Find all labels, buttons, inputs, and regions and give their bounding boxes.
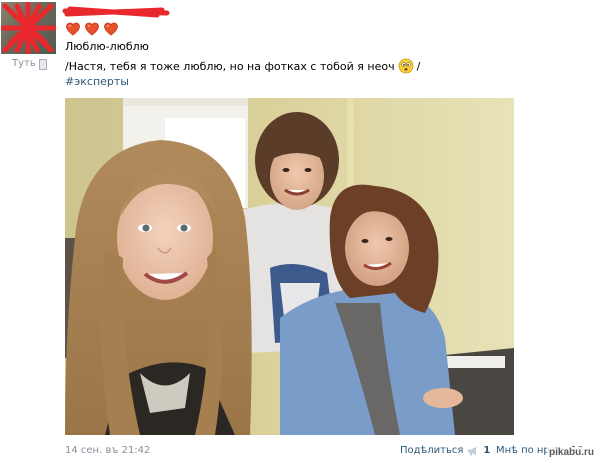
author-avatar[interactable] <box>1 2 56 54</box>
selfie-photo-image <box>65 98 514 435</box>
post-text-line-2: /Настя, тебя я тоже люблю, но на фотках … <box>65 58 420 74</box>
post-text-line-2-body: /Настя, тебя я тоже люблю, но на фотках … <box>65 59 395 73</box>
hearts-row <box>65 21 119 37</box>
post-date-link[interactable]: 14 сен. въ 21:42 <box>65 445 150 456</box>
share-label: Подѣлиться <box>400 445 464 456</box>
post-photo[interactable] <box>65 98 514 435</box>
mobile-phone-icon <box>38 59 47 70</box>
share-button[interactable]: Подѣлиться 1 <box>400 445 490 456</box>
wall-post: Туть Люблю-люблю /Настя, тебя я тоже люб… <box>0 0 600 463</box>
share-count: 1 <box>483 445 491 456</box>
heart-icon <box>66 22 80 36</box>
hashtag-link[interactable]: #эксперты <box>65 75 129 88</box>
heart-icon <box>85 22 99 36</box>
watermark-label: pikabu.ru <box>547 447 597 458</box>
redaction-scribble-icon <box>1 2 56 54</box>
post-text-line-2-suffix: / <box>416 59 421 73</box>
author-name[interactable]: Туть <box>12 58 36 69</box>
post-text-line-1: Люблю-люблю <box>65 40 149 53</box>
heart-icon <box>104 22 118 36</box>
face-with-open-mouth-emoji-icon <box>398 58 413 74</box>
megaphone-icon <box>468 446 477 455</box>
author-name-row[interactable]: Туть <box>12 58 47 70</box>
